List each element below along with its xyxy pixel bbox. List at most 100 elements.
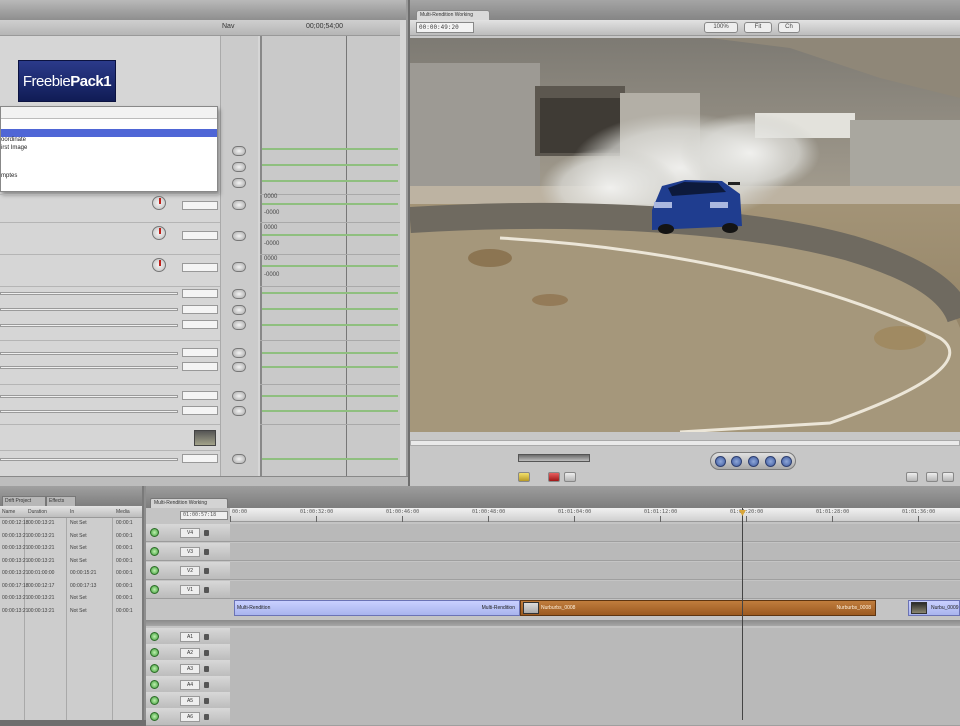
track-label[interactable]: A5 (180, 696, 200, 706)
browser-cell[interactable]: 00:00:1 (116, 545, 133, 551)
lock-icon[interactable] (204, 714, 209, 720)
param-field[interactable] (182, 289, 218, 298)
shuttle-control[interactable] (518, 454, 590, 462)
next-edit-button[interactable] (765, 456, 776, 467)
timeline-playhead[interactable] (742, 508, 743, 720)
filters-zoom-bar[interactable] (0, 476, 408, 486)
clip-multi-rendition[interactable]: Multi-Rendition Multi-Rendition (234, 600, 520, 616)
track-area[interactable] (230, 581, 960, 599)
browser-cell[interactable]: 00:00:1 (116, 533, 133, 539)
track-enable-icon[interactable] (150, 696, 159, 705)
add-marker-button[interactable] (518, 472, 530, 482)
match-frame-button[interactable] (906, 472, 918, 482)
browser-cell[interactable]: 00:00:15:21 (70, 570, 96, 576)
reset-button[interactable] (232, 231, 246, 241)
reset-button[interactable] (232, 454, 246, 464)
param-slider[interactable] (0, 395, 178, 398)
browser-cell[interactable]: 00:00:13:21 (2, 608, 28, 614)
browser-cell[interactable]: 00:00:13:21 (2, 533, 28, 539)
browser-cell[interactable]: Not Set (70, 520, 87, 526)
reset-button[interactable] (232, 305, 246, 315)
param-field[interactable] (182, 454, 218, 463)
browser-cell[interactable]: 00:00:13:21 (2, 570, 28, 576)
timeline-timecode[interactable]: 01:00:57:18 (180, 511, 228, 520)
browser-cell[interactable]: 00:00:13:21 (28, 545, 54, 551)
param-slider[interactable] (0, 324, 178, 327)
track-label[interactable]: A2 (180, 648, 200, 658)
track-label[interactable]: A3 (180, 664, 200, 674)
browser-cell[interactable]: 00:00:1 (116, 608, 133, 614)
angle-field[interactable] (182, 263, 218, 272)
browser-cell[interactable]: 00:00:1 (116, 595, 133, 601)
reset-button[interactable] (232, 262, 246, 272)
col-media[interactable]: Media (116, 509, 130, 515)
timeline-ruler[interactable]: 00:00 01:00:32:00 01:00:46:00 01:00:48:0… (230, 508, 960, 522)
track-enable-icon[interactable] (150, 664, 159, 673)
browser-cell[interactable]: 00:00:13:21 (28, 608, 54, 614)
col-in[interactable]: In (70, 509, 74, 515)
browser-cell[interactable]: 00:00:13:21 (28, 533, 54, 539)
video-frame[interactable] (410, 38, 960, 432)
browser-cell[interactable]: 00:00:17:13 (70, 583, 96, 589)
popup-option[interactable]: oordinate (1, 137, 26, 143)
track-enable-icon[interactable] (150, 566, 159, 575)
lock-icon[interactable] (204, 634, 209, 640)
lock-icon[interactable] (204, 650, 209, 656)
view-mode-popup[interactable]: Ch (778, 22, 800, 33)
previous-edit-button[interactable] (731, 456, 742, 467)
param-field[interactable] (182, 391, 218, 400)
browser-cell[interactable]: 00:00:13:21 (28, 520, 54, 526)
reset-button[interactable] (232, 162, 246, 172)
reset-button[interactable] (232, 178, 246, 188)
mark-in-button[interactable] (548, 472, 560, 482)
browser-cell[interactable]: 00:00:13:21 (28, 558, 54, 564)
browser-cell[interactable]: 00:01:00:00 (28, 570, 54, 576)
param-slider[interactable] (0, 366, 178, 369)
browser-cell[interactable]: 00:00:13:21 (2, 545, 28, 551)
track-enable-icon[interactable] (150, 547, 159, 556)
reset-button[interactable] (232, 406, 246, 416)
filter-popup-menu[interactable]: oordinate irst Image mptes (0, 106, 218, 192)
video-audio-separator[interactable] (146, 620, 960, 626)
timeline-sequence-tab[interactable]: Multi-Rendition Working (150, 498, 228, 508)
track-label[interactable]: A4 (180, 680, 200, 690)
param-field[interactable] (182, 320, 218, 329)
browser-cell[interactable]: 00:00:12:17 (28, 583, 54, 589)
browser-cell[interactable]: 00:00:1 (116, 570, 133, 576)
mark-out-button[interactable] (926, 472, 938, 482)
col-name[interactable]: Name (2, 509, 15, 515)
reset-button[interactable] (232, 146, 246, 156)
reset-button[interactable] (232, 200, 246, 210)
mark-clip-button[interactable] (564, 472, 576, 482)
lock-icon[interactable] (204, 682, 209, 688)
track-label[interactable]: V2 (180, 566, 200, 576)
track-area[interactable] (230, 562, 960, 580)
browser-cell[interactable]: Not Set (70, 558, 87, 564)
param-field[interactable] (182, 406, 218, 415)
go-to-out-button[interactable] (781, 456, 792, 467)
param-field[interactable] (182, 305, 218, 314)
track-enable-icon[interactable] (150, 680, 159, 689)
lock-icon[interactable] (204, 530, 209, 536)
track-header[interactable]: A6 (146, 708, 230, 726)
lock-icon[interactable] (204, 666, 209, 672)
popup-option[interactable]: mptes (1, 173, 17, 179)
reset-button[interactable] (232, 391, 246, 401)
browser-cell[interactable]: 00:00:13:21 (28, 595, 54, 601)
angle-dial[interactable] (152, 226, 166, 240)
popup-option[interactable]: irst Image (1, 145, 27, 151)
browser-cell[interactable]: 00:00:1 (116, 583, 133, 589)
tab-effects[interactable]: Effects (46, 496, 76, 506)
track-header[interactable]: V1 (146, 581, 230, 599)
go-to-in-button[interactable] (715, 456, 726, 467)
overlay-button[interactable] (942, 472, 954, 482)
image-well-thumbnail[interactable] (194, 430, 216, 446)
param-field[interactable] (182, 362, 218, 371)
browser-cell[interactable]: Not Set (70, 595, 87, 601)
browser-cell[interactable]: 00:00:13:21 (2, 595, 28, 601)
play-button[interactable] (748, 456, 759, 467)
track-area[interactable] (230, 524, 960, 542)
viewer-timecode[interactable]: 00:00:49:20 (416, 22, 474, 33)
lock-icon[interactable] (204, 587, 209, 593)
browser-cell[interactable]: 00:00:13:21 (2, 558, 28, 564)
